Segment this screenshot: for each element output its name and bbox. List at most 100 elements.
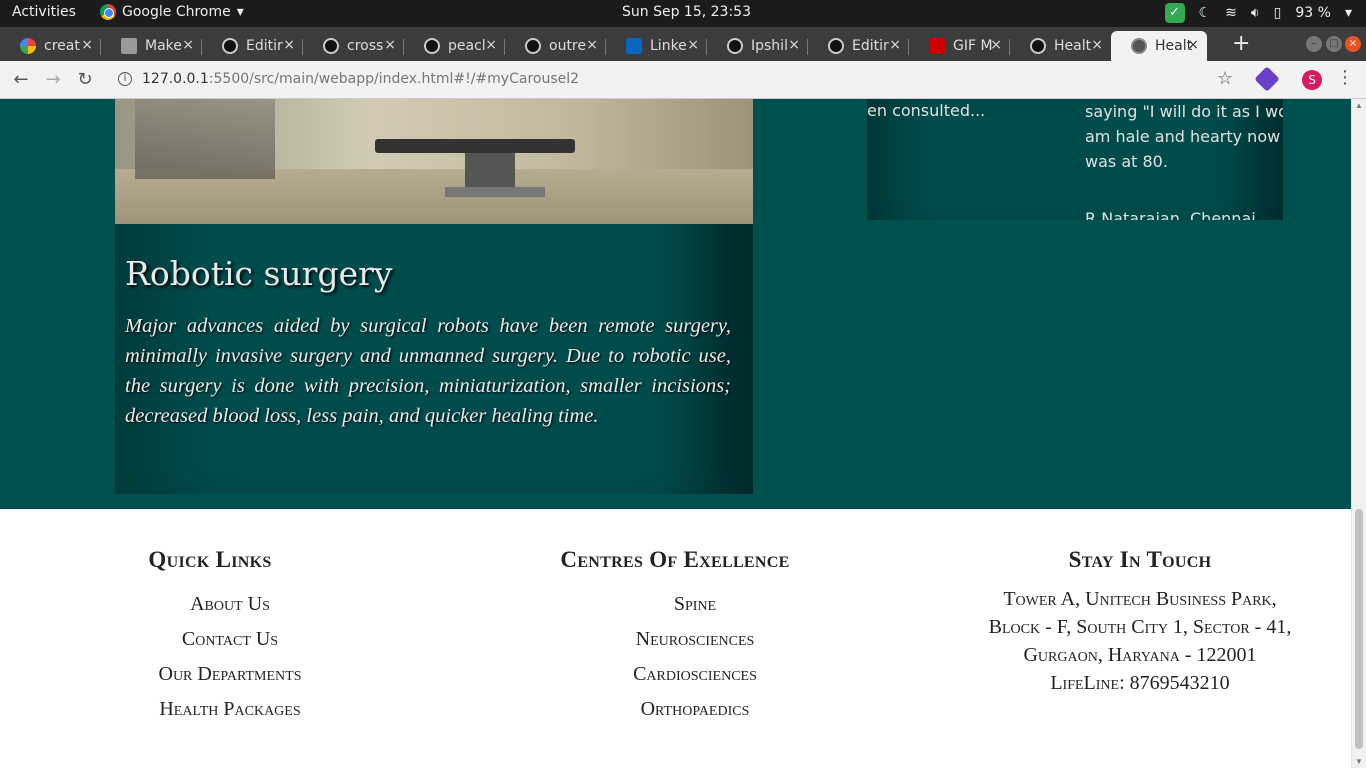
card-title: Robotic surgery (125, 254, 393, 293)
browser-tab[interactable]: GIF M × (909, 31, 1010, 61)
close-tab-icon[interactable]: × (1091, 37, 1103, 53)
volume-icon: 🔉︎ (1250, 5, 1260, 21)
quote-line: saying "I will do it as I wo (1085, 102, 1283, 121)
operating-room-image (115, 99, 753, 224)
menu-kebab-icon[interactable]: ⋮ (1336, 67, 1354, 88)
app-name: Google Chrome (122, 4, 231, 20)
address-block: Tower A, Unitech Business Park, Block - … (960, 585, 1320, 697)
profile-avatar[interactable]: S (1302, 70, 1322, 90)
extension-icon[interactable] (1254, 66, 1280, 92)
testimonial-card: en consulted... saying "I will do it as … (867, 99, 1283, 220)
footer-link-neurosciences[interactable]: Neurosciences (545, 622, 845, 657)
system-top-bar: Activities Google Chrome ▾ Sun Sep 15, 2… (0, 0, 1366, 27)
browser-tab[interactable]: Make × (101, 31, 202, 61)
footer-link-health-packages[interactable]: Health Packages (95, 692, 365, 727)
footer-link-spine[interactable]: Spine (545, 587, 845, 622)
browser-tab[interactable]: outre × (505, 31, 606, 61)
close-tab-icon[interactable]: × (283, 37, 295, 53)
centres-column: Centres Of Exellence Spine Neurosciences… (545, 509, 845, 727)
image-operating-table (375, 139, 575, 153)
footer-link-departments[interactable]: Our Departments (95, 657, 365, 692)
close-tab-icon[interactable]: × (485, 37, 497, 53)
system-tray[interactable]: ✓ ☾ ≋ 🔉︎ ▯ 93 % ▾ (1164, 3, 1352, 23)
scroll-up-icon[interactable]: ▲ (1355, 101, 1363, 110)
browser-tab[interactable]: Healt × (1010, 31, 1111, 61)
close-tab-icon[interactable]: × (384, 37, 396, 53)
url-text[interactable]: 127.0.0.1:5500/src/main/webapp/index.htm… (142, 71, 579, 87)
url-host: 127.0.0.1 (142, 71, 209, 87)
chrome-icon (100, 4, 116, 20)
battery-icon: ▯ (1273, 5, 1282, 21)
github-icon (424, 38, 440, 54)
linkedin-icon (626, 38, 642, 54)
close-tab-icon[interactable]: × (586, 37, 598, 53)
close-tab-icon[interactable]: × (81, 37, 93, 53)
browser-tab[interactable]: cross × (303, 31, 404, 61)
minimize-icon[interactable]: – (1306, 36, 1322, 52)
back-arrow-icon[interactable]: ← (8, 67, 34, 93)
footer-link-about[interactable]: About Us (95, 587, 365, 622)
browser-tab[interactable]: Linke × (606, 31, 707, 61)
browser-tab[interactable]: creat × (0, 31, 101, 61)
reload-icon[interactable]: ↻ (72, 67, 98, 93)
address-bar[interactable]: i 127.0.0.1:5500/src/main/webapp/index.h… (108, 66, 1248, 94)
browser-toolbar: ← → ↻ i 127.0.0.1:5500/src/main/webapp/i… (0, 61, 1366, 99)
testimonial-author: R Natarajan, Chennai (1085, 209, 1256, 220)
quick-links-heading: Quick Links (148, 547, 272, 572)
battery-percent: 93 % (1295, 5, 1331, 21)
close-tab-icon[interactable]: × (1187, 37, 1199, 53)
testimonial-fragment: en consulted... (867, 101, 986, 120)
scroll-thumb[interactable] (1355, 509, 1363, 749)
page-viewport: Robotic surgery Major advances aided by … (0, 99, 1351, 768)
activities-button[interactable]: Activities (12, 4, 76, 20)
google-icon (20, 38, 36, 54)
checkmark-icon[interactable]: ✓ (1164, 3, 1185, 23)
browser-tab[interactable]: Ipshil × (707, 31, 808, 61)
page-scrollbar[interactable]: ▲ ▼ (1351, 99, 1366, 768)
image-table-base (445, 187, 545, 197)
footer-link-orthopaedics[interactable]: Orthopaedics (545, 692, 845, 727)
address-line: Gurgaon, Haryana - 122001 (1023, 644, 1257, 666)
close-tab-icon[interactable]: × (182, 37, 194, 53)
gif-maker-icon (929, 38, 945, 54)
footer: Quick Links About Us Contact Us Our Depa… (0, 509, 1351, 768)
footer-link-cardiosciences[interactable]: Cardiosciences (545, 657, 845, 692)
github-icon (1030, 38, 1046, 54)
close-tab-icon[interactable]: × (788, 37, 800, 53)
browser-tab[interactable]: Editir × (202, 31, 303, 61)
close-tab-icon[interactable]: × (687, 37, 699, 53)
tray-dropdown-icon: ▾ (1344, 5, 1352, 21)
forward-arrow-icon[interactable]: → (40, 67, 66, 93)
github-icon (222, 38, 238, 54)
close-tab-icon[interactable]: × (990, 37, 1002, 53)
github-icon (828, 38, 844, 54)
github-icon (323, 38, 339, 54)
github-icon (727, 38, 743, 54)
site-info-icon[interactable]: i (118, 72, 132, 86)
bookmark-star-icon[interactable]: ☆ (1217, 68, 1233, 89)
url-path: :5500/src/main/webapp/index.html#!/#myCa… (208, 71, 580, 87)
app-menu[interactable]: Google Chrome ▾ (100, 4, 244, 20)
close-tab-icon[interactable]: × (889, 37, 901, 53)
footer-link-contact[interactable]: Contact Us (95, 622, 365, 657)
address-line: Tower A, Unitech Business Park, (1003, 588, 1277, 610)
image-table-pedestal (465, 153, 515, 188)
maximize-icon[interactable]: □ (1326, 36, 1342, 52)
browser-tab[interactable]: peacl × (404, 31, 505, 61)
browser-tab[interactable]: Editir × (808, 31, 909, 61)
close-window-icon[interactable]: × (1345, 36, 1361, 52)
scroll-down-icon[interactable]: ▼ (1355, 757, 1363, 766)
browser-tab[interactable]: Healt × (1111, 31, 1207, 61)
tab-strip: + – □ × creat × Make × Editir × cross × peacl × ou… (0, 27, 1366, 61)
globe-icon (1131, 38, 1147, 54)
clock[interactable]: Sun Sep 15, 23:53 (622, 4, 751, 20)
contact-column: Stay In Touch Tower A, Unitech Business … (960, 509, 1320, 697)
github-icon (525, 38, 541, 54)
wifi-icon: ≋ (1225, 5, 1237, 21)
image-equipment (135, 99, 275, 179)
card-description: Major advances aided by surgical robots … (125, 315, 731, 427)
night-light-icon: ☾ (1198, 5, 1212, 21)
contact-heading: Stay In Touch (1068, 547, 1212, 572)
carousel-section: Robotic surgery Major advances aided by … (0, 99, 1351, 509)
new-tab-button[interactable]: + (1232, 31, 1250, 56)
